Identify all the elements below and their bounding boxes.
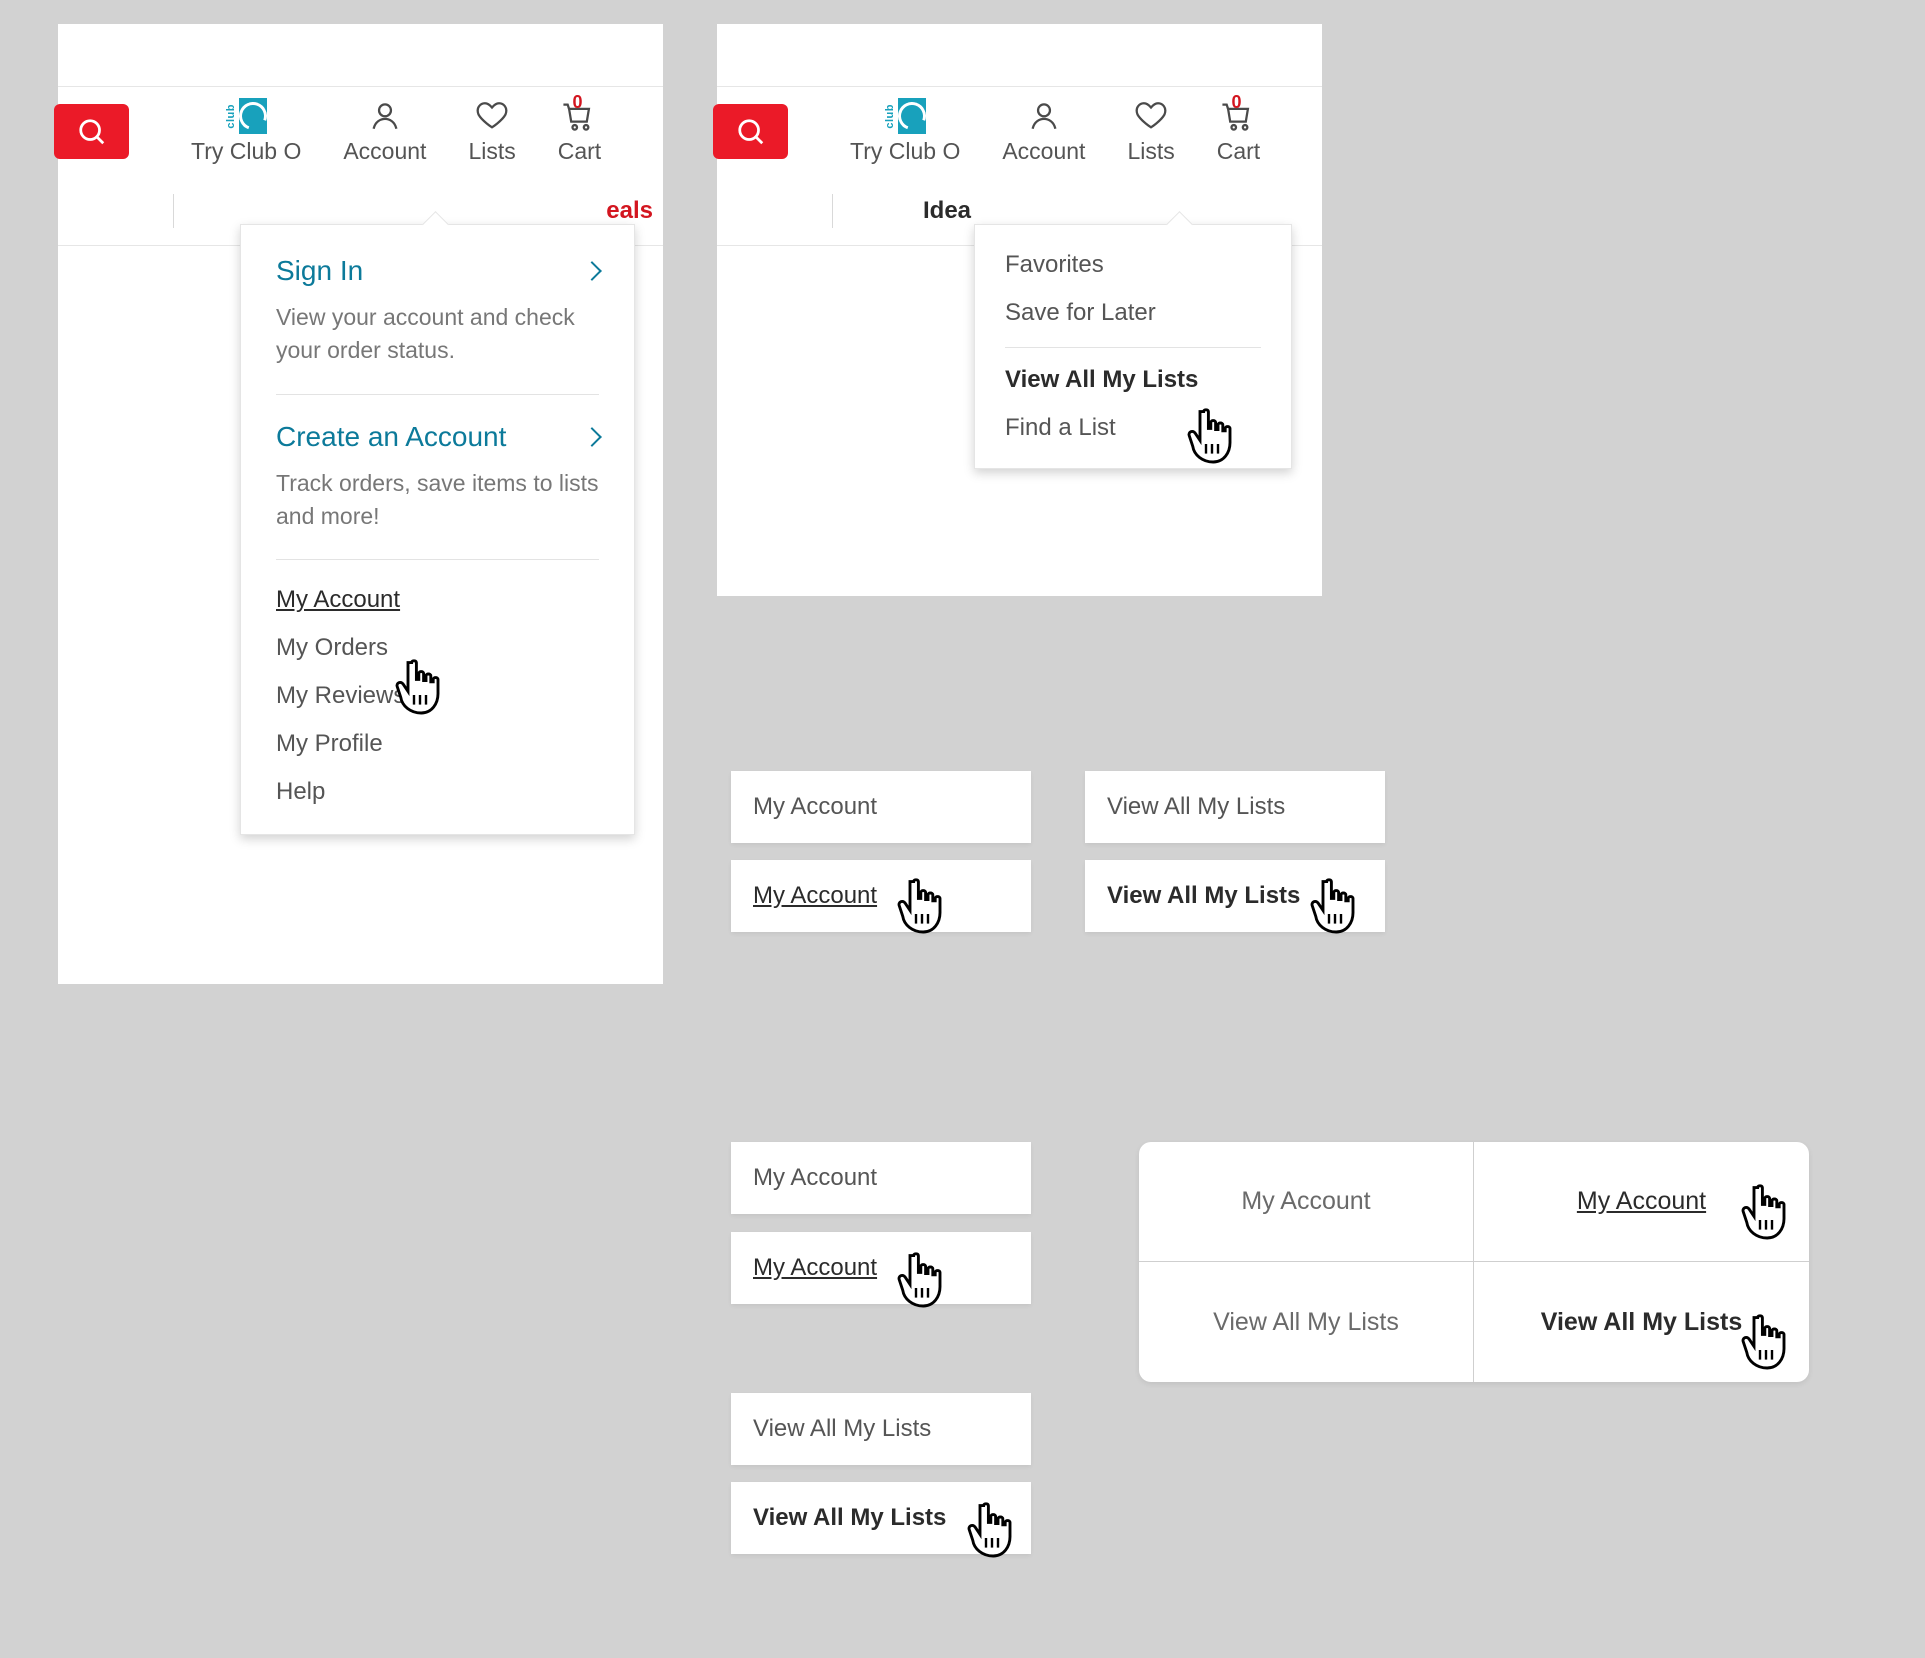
nav-label: Account: [1002, 138, 1085, 165]
find-a-list-link[interactable]: Find a List: [1005, 414, 1261, 442]
table-cell-view-all-normal[interactable]: View All My Lists: [1139, 1262, 1474, 1382]
create-account-description: Track orders, save items to lists and mo…: [276, 467, 599, 534]
my-orders-link[interactable]: My Orders: [276, 634, 599, 662]
nav-account[interactable]: Account: [1002, 98, 1085, 165]
sign-in-label: Sign In: [276, 255, 363, 287]
heart-icon: [1133, 98, 1169, 134]
dropdown-divider: [276, 559, 599, 560]
chevron-right-icon: [582, 261, 602, 281]
table-cell-label: My Account: [1577, 1187, 1706, 1216]
cart-badge: 0: [1231, 92, 1241, 113]
cart-badge: 0: [572, 92, 582, 113]
table-cell-my-account-hover[interactable]: My Account: [1474, 1142, 1809, 1262]
nav-label: Try Club O: [850, 138, 960, 165]
hover-state-table: My Account My Account View All My Lists …: [1139, 1142, 1809, 1382]
nav-lists[interactable]: Lists: [1127, 98, 1174, 165]
panel-account-demo: club Try Club O Account Lists 0 Cart: [58, 24, 663, 984]
favorites-link[interactable]: Favorites: [1005, 251, 1261, 279]
demo-view-all-hover[interactable]: View All My Lists: [1085, 860, 1385, 932]
cursor-icon: [1739, 1184, 1793, 1244]
demo-my-account-hover[interactable]: My Account: [731, 860, 1031, 932]
lists-dropdown: .panel:nth-of-type(2) .dropdown::before{…: [974, 224, 1292, 469]
my-account-link[interactable]: My Account: [276, 586, 599, 614]
panel-lists-demo: club Try Club O Account Lists 0 Cart: [717, 24, 1322, 596]
search-button[interactable]: [54, 104, 129, 159]
my-reviews-link[interactable]: My Reviews: [276, 682, 599, 710]
nav-cart[interactable]: 0 Cart: [558, 98, 601, 165]
nav-try-club-o[interactable]: club Try Club O: [191, 98, 301, 165]
nav-lists[interactable]: Lists: [468, 98, 515, 165]
demo-view-all-normal-2[interactable]: View All My Lists: [731, 1393, 1031, 1465]
user-icon: [1026, 98, 1062, 134]
cart-icon: 0: [561, 98, 597, 134]
save-for-later-link[interactable]: Save for Later: [1005, 299, 1261, 327]
nav-label: Cart: [1217, 138, 1260, 165]
nav-cart[interactable]: 0 Cart: [1217, 98, 1260, 165]
subnav-divider: [173, 194, 174, 228]
my-profile-link[interactable]: My Profile: [276, 730, 599, 758]
dropdown-divider: [1005, 347, 1261, 348]
cursor-icon: [1739, 1314, 1793, 1374]
search-button[interactable]: [713, 104, 788, 159]
subnav-idea-fragment: Idea: [923, 197, 971, 225]
cart-icon: 0: [1220, 98, 1256, 134]
user-icon: [367, 98, 403, 134]
demo-my-account-hover-2[interactable]: My Account: [731, 1232, 1031, 1304]
heart-icon: [474, 98, 510, 134]
club-o-icon: club: [228, 98, 264, 134]
header-row: club Try Club O Account Lists 0 Cart: [717, 86, 1322, 176]
nav-label: Lists: [1127, 138, 1174, 165]
table-cell-label: View All My Lists: [1541, 1308, 1742, 1337]
account-dropdown: .panel:first-of-type .dropdown::before{ …: [240, 224, 635, 835]
table-cell-my-account-normal[interactable]: My Account: [1139, 1142, 1474, 1262]
table-cell-view-all-hover[interactable]: View All My Lists: [1474, 1262, 1809, 1382]
nav-account[interactable]: Account: [343, 98, 426, 165]
nav-label: Cart: [558, 138, 601, 165]
header-row: club Try Club O Account Lists 0 Cart: [58, 86, 663, 176]
nav-label: Try Club O: [191, 138, 301, 165]
create-account-link[interactable]: Create an Account: [276, 421, 599, 453]
subnav-deals-fragment: eals: [606, 197, 653, 225]
club-o-icon: club: [887, 98, 923, 134]
nav-label: Account: [343, 138, 426, 165]
sign-in-description: View your account and check your order s…: [276, 301, 599, 368]
demo-view-all-normal[interactable]: View All My Lists: [1085, 771, 1385, 843]
dropdown-divider: [276, 394, 599, 395]
sign-in-link[interactable]: Sign In: [276, 255, 599, 287]
demo-view-all-hover-2[interactable]: View All My Lists: [731, 1482, 1031, 1554]
nav-label: Lists: [468, 138, 515, 165]
create-account-label: Create an Account: [276, 421, 506, 453]
view-all-lists-link[interactable]: View All My Lists: [1005, 366, 1261, 394]
demo-my-account-normal[interactable]: My Account: [731, 771, 1031, 843]
nav-try-club-o[interactable]: club Try Club O: [850, 98, 960, 165]
subnav-divider: [832, 194, 833, 228]
chevron-right-icon: [582, 427, 602, 447]
help-link[interactable]: Help: [276, 778, 599, 806]
demo-my-account-normal-2[interactable]: My Account: [731, 1142, 1031, 1214]
